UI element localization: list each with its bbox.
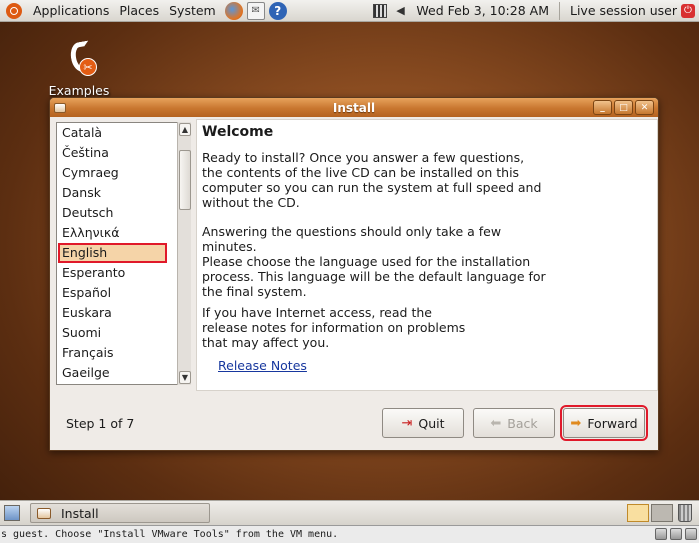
- menu-applications[interactable]: Applications: [28, 0, 114, 22]
- welcome-paragraph-1: Ready to install? Once you answer a few …: [202, 150, 542, 210]
- scroll-up-icon[interactable]: ▲: [179, 123, 191, 136]
- quit-icon: ⇥: [401, 415, 413, 431]
- maximize-button[interactable]: □: [614, 100, 633, 115]
- back-arrow-icon: ⬅: [490, 415, 502, 431]
- scrollbar-thumb[interactable]: [179, 150, 191, 210]
- power-icon[interactable]: ⏻: [681, 3, 695, 18]
- language-item-espanol[interactable]: Español: [57, 283, 190, 303]
- language-item-greek[interactable]: Ελληνικά: [57, 223, 190, 243]
- release-notes-link[interactable]: Release Notes: [218, 358, 307, 373]
- desktop-icon-label: Examples: [48, 83, 110, 98]
- scroll-down-icon[interactable]: ▼: [179, 371, 191, 384]
- install-window: Install _ □ ✕ Català Čeština Cymraeg Dan…: [49, 97, 659, 451]
- taskbar-item-label: Install: [61, 505, 99, 521]
- language-item-francais[interactable]: Français: [57, 343, 190, 363]
- language-item-suomi[interactable]: Suomi: [57, 323, 190, 343]
- close-button[interactable]: ✕: [635, 100, 654, 115]
- welcome-panel: Welcome Ready to install? Once you answe…: [196, 119, 658, 391]
- show-desktop-icon[interactable]: [4, 505, 20, 521]
- language-item-gaeilge[interactable]: Gaeilge: [57, 363, 190, 383]
- panel-separator: [558, 1, 560, 20]
- language-item-deutsch[interactable]: Deutsch: [57, 203, 190, 223]
- language-item-cestina[interactable]: Čeština: [57, 143, 190, 163]
- welcome-paragraph-4: If you have Internet access, read the re…: [202, 305, 466, 350]
- menu-places[interactable]: Places: [114, 0, 164, 22]
- examples-icon: ✂: [59, 40, 99, 82]
- mail-icon[interactable]: ✉: [246, 1, 265, 20]
- language-item-euskara[interactable]: Euskara: [57, 303, 190, 323]
- status-message: s guest. Choose "Install VMware Tools" f…: [1, 529, 339, 540]
- forward-arrow-icon: ➡: [570, 415, 582, 431]
- vm-device-icon[interactable]: [670, 528, 682, 540]
- page-title: Welcome: [202, 124, 274, 140]
- language-item-cymraeg[interactable]: Cymraeg: [57, 163, 190, 183]
- firefox-icon[interactable]: [224, 1, 243, 20]
- ubuntu-logo-icon[interactable]: [6, 2, 22, 19]
- forward-button-label: Forward: [587, 415, 638, 431]
- install-app-icon: [37, 507, 51, 519]
- top-panel: Applications Places System ✉ ? ◀ Wed Feb…: [0, 0, 699, 22]
- vm-status-bar: s guest. Choose "Install VMware Tools" f…: [0, 525, 699, 543]
- back-button-label: Back: [507, 415, 538, 431]
- taskbar-item-install[interactable]: Install: [30, 503, 210, 523]
- minimize-button[interactable]: _: [593, 100, 612, 115]
- workspace-1[interactable]: [627, 504, 649, 522]
- language-item-dansk[interactable]: Dansk: [57, 183, 190, 203]
- language-scrollbar[interactable]: ▲ ▼: [177, 122, 191, 385]
- clock[interactable]: Wed Feb 3, 10:28 AM: [410, 3, 555, 18]
- back-button[interactable]: ⬅ Back: [473, 408, 555, 438]
- language-item-english[interactable]: English: [58, 243, 167, 263]
- help-icon[interactable]: ?: [268, 1, 287, 20]
- vm-device-icon[interactable]: [655, 528, 667, 540]
- system-tray: ◀ Wed Feb 3, 10:28 AM Live session user …: [370, 0, 699, 22]
- session-label[interactable]: Live session user: [564, 3, 681, 18]
- window-controls: _ □ ✕: [593, 100, 654, 115]
- vm-device-icons: [655, 528, 697, 540]
- volume-icon[interactable]: ◀: [393, 4, 407, 18]
- step-indicator: Step 1 of 7: [66, 416, 135, 431]
- trash-icon[interactable]: [678, 504, 692, 522]
- window-titlebar[interactable]: Install _ □ ✕: [50, 98, 658, 117]
- language-item-catala[interactable]: Català: [57, 123, 190, 143]
- quit-button[interactable]: ⇥ Quit: [382, 408, 464, 438]
- language-list[interactable]: Català Čeština Cymraeg Dansk Deutsch Ελλ…: [56, 122, 191, 385]
- desktop-icon-examples[interactable]: ✂ Examples: [48, 40, 110, 98]
- quit-button-label: Quit: [418, 415, 445, 431]
- network-icon[interactable]: [373, 3, 388, 18]
- menu-system[interactable]: System: [164, 0, 221, 22]
- forward-button[interactable]: ➡ Forward: [560, 405, 648, 441]
- language-item-esperanto[interactable]: Esperanto: [57, 263, 190, 283]
- window-title: Install: [332, 100, 376, 115]
- vm-device-icon[interactable]: [685, 528, 697, 540]
- welcome-paragraph-3: Please choose the language used for the …: [202, 254, 546, 299]
- welcome-paragraph-2: Answering the questions should only take…: [202, 224, 502, 254]
- workspace-2[interactable]: [651, 504, 673, 522]
- bottom-panel: Install: [0, 500, 699, 525]
